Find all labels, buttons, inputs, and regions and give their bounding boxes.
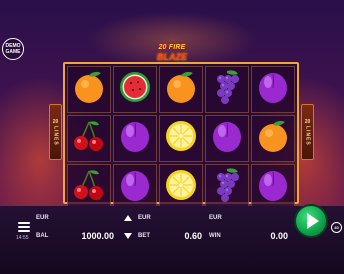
menu-icon[interactable]	[18, 222, 30, 232]
win-label: WIN	[209, 233, 221, 239]
game-logo: 20 FIRE BLAZE	[146, 44, 198, 64]
reel-cell	[251, 164, 295, 211]
reel-cell	[67, 164, 111, 211]
bet-decrease-button[interactable]	[124, 233, 132, 239]
bet-value: 0.60	[184, 231, 202, 241]
reel-cell	[113, 164, 157, 211]
autoplay-button[interactable]: 40	[331, 222, 342, 233]
orange-icon	[161, 67, 201, 112]
balance-label: BAL	[36, 233, 49, 239]
reel-cell	[113, 66, 157, 113]
reel-cell	[205, 115, 249, 162]
balance-value: 1000.00	[81, 231, 114, 241]
spin-button[interactable]	[294, 204, 328, 238]
plum-icon	[115, 116, 155, 161]
reel-cell	[159, 115, 203, 162]
grape-icon	[207, 67, 247, 112]
reel-cell	[205, 66, 249, 113]
logo-top-text: 20 FIRE	[158, 44, 186, 51]
reel-cell	[251, 115, 295, 162]
game-screen: DEMO GAME 20 FIRE BLAZE 20 LINES 20 LINES…	[0, 0, 344, 274]
reel-grid	[63, 62, 299, 211]
reel-cell	[159, 164, 203, 211]
plum-icon	[207, 116, 247, 161]
demo-game-badge: DEMO GAME	[2, 38, 24, 60]
reel-cell	[251, 66, 295, 113]
cherry-icon	[69, 165, 109, 210]
lines-count: 20	[304, 118, 311, 125]
bet-label: BET	[138, 233, 150, 239]
win-value: 0.00	[270, 231, 288, 241]
watermelon-icon	[115, 67, 155, 112]
bet-increase-button[interactable]	[124, 215, 132, 221]
reel-cell	[67, 115, 111, 162]
grape-icon	[207, 165, 247, 210]
lines-label: LINES	[304, 125, 311, 146]
bet-currency: EUR	[138, 215, 151, 221]
play-icon	[307, 213, 319, 229]
reel-cell	[159, 66, 203, 113]
lines-indicator-right: 20 LINES	[301, 104, 314, 160]
lines-count: 20	[52, 118, 59, 125]
clock: 14:55	[16, 235, 29, 241]
reel-cell	[205, 164, 249, 211]
control-bar: 14:55 EUR BAL 1000.00 EUR BET 0.60 EUR W…	[0, 206, 344, 274]
orange-icon	[69, 67, 109, 112]
lemon-icon	[161, 116, 201, 161]
orange-icon	[253, 116, 293, 161]
autoplay-label: 40	[334, 225, 339, 230]
demo-badge-line2: GAME	[5, 49, 21, 55]
lines-label: LINES	[52, 125, 59, 146]
lines-indicator-left: 20 LINES	[49, 104, 62, 160]
plum-icon	[253, 67, 293, 112]
reel-cell	[113, 115, 157, 162]
plum-icon	[115, 165, 155, 210]
logo-bottom-text: BLAZE	[157, 52, 187, 62]
cherry-icon	[69, 116, 109, 161]
balance-currency: EUR	[36, 215, 49, 221]
reel-cell	[67, 66, 111, 113]
win-currency: EUR	[209, 215, 222, 221]
lemon-icon	[161, 165, 201, 210]
plum-icon	[253, 165, 293, 210]
